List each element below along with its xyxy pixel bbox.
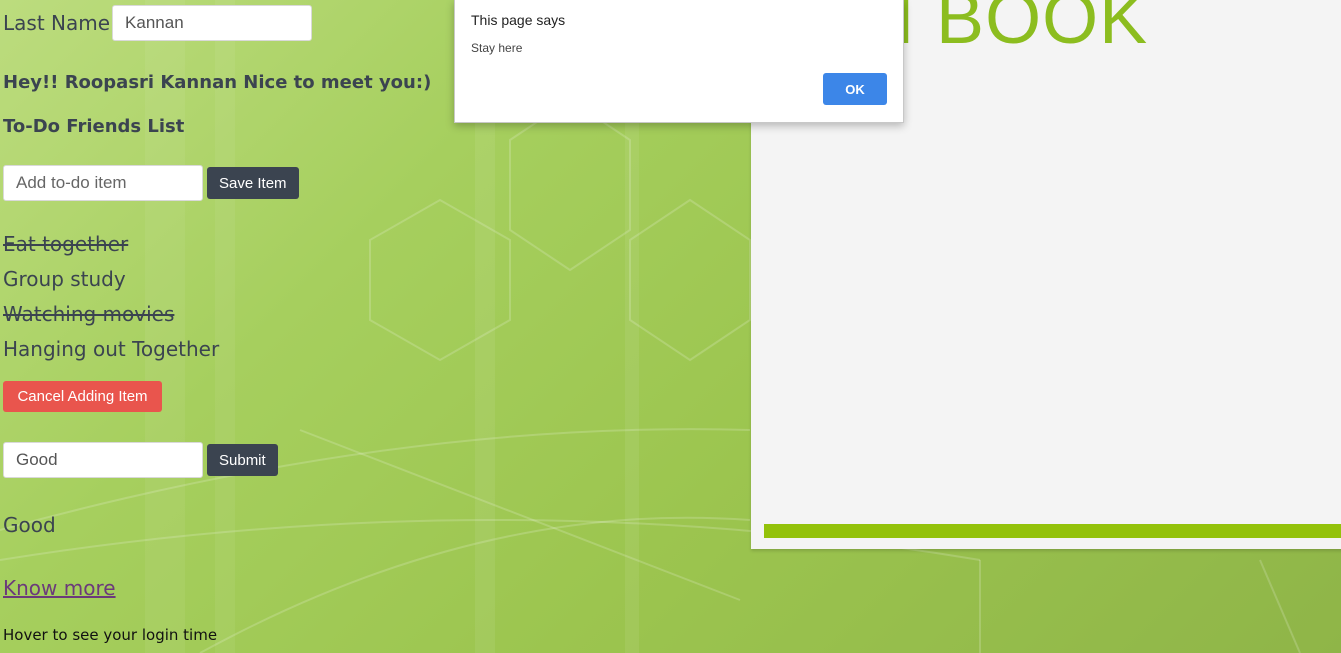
cancel-adding-item-button[interactable]: Cancel Adding Item (3, 381, 162, 412)
feedback-input[interactable] (3, 442, 203, 478)
last-name-row: Last Name (3, 5, 313, 41)
know-more-link[interactable]: Know more (3, 576, 116, 600)
dialog-message: Stay here (471, 41, 523, 55)
last-name-input[interactable] (112, 5, 313, 41)
dialog-ok-button[interactable]: OK (823, 73, 887, 105)
login-time-hint[interactable]: Hover to see your login time (3, 626, 217, 644)
todo-heading: To-Do Friends List (3, 116, 185, 137)
greeting-text: Hey!! Roopasri Kannan Nice to meet you:) (3, 72, 432, 93)
todo-input[interactable] (3, 165, 203, 201)
last-name-label: Last Name (3, 11, 111, 35)
save-item-button[interactable]: Save Item (207, 167, 299, 199)
todo-input-row: Save Item (3, 165, 299, 201)
panel-progress-bar (764, 524, 1341, 538)
todo-item-watching-movies[interactable]: Watching movies (3, 302, 174, 326)
todo-item-hanging-out[interactable]: Hanging out Together (3, 337, 219, 361)
todo-item-eat-together[interactable]: Eat together (3, 232, 128, 256)
feedback-row: Submit (3, 442, 278, 478)
todo-item-group-study[interactable]: Group study (3, 267, 126, 291)
feedback-result: Good (3, 513, 56, 537)
cancel-row: Cancel Adding Item (3, 381, 162, 412)
alert-dialog: This page says Stay here OK (454, 0, 904, 123)
submit-button[interactable]: Submit (207, 444, 278, 476)
dialog-title: This page says (471, 12, 566, 28)
